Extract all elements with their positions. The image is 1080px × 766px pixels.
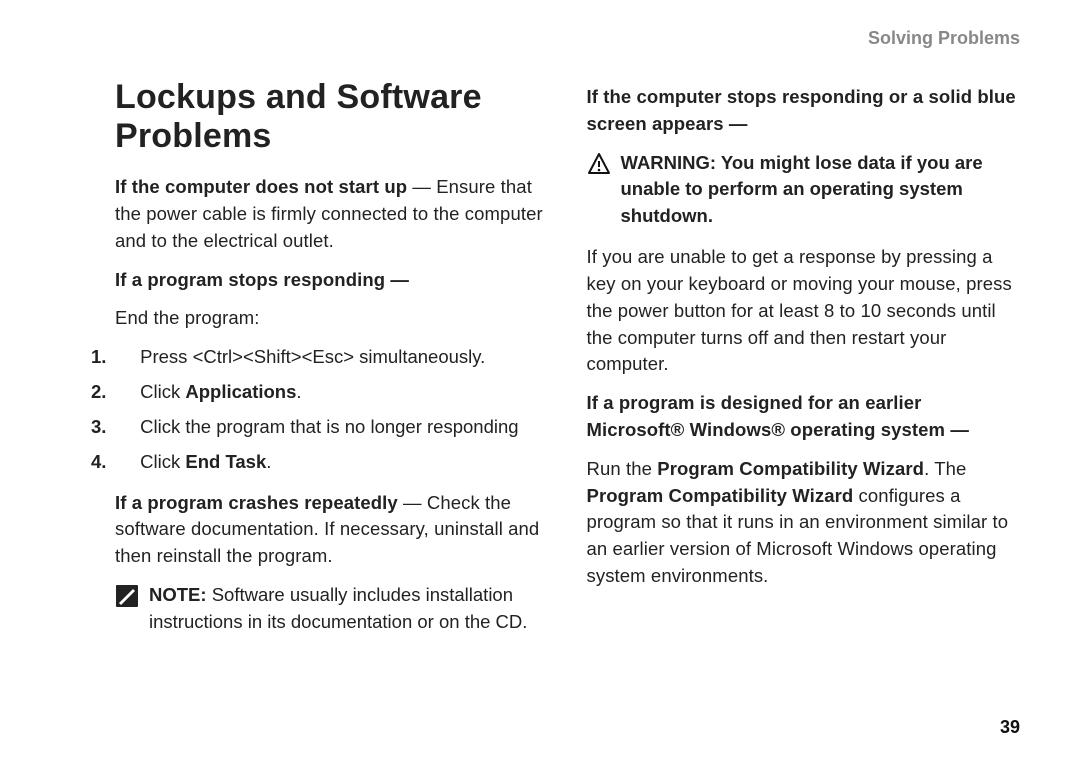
para-bluescreen: If the computer stops responding or a so…: [587, 84, 1021, 138]
note-label: NOTE:: [149, 584, 207, 605]
step-2: 2. Click Applications.: [115, 379, 549, 406]
note-text: NOTE: Software usually includes installa…: [149, 582, 549, 636]
steps-list: 1. Press <Ctrl><Shift><Esc> simultaneous…: [115, 344, 549, 475]
step-pre: Click: [140, 381, 185, 402]
para-program-stops-lead: If a program stops responding —: [115, 269, 409, 290]
step-num: 4.: [115, 449, 135, 476]
step-4: 4. Click End Task.: [115, 449, 549, 476]
warning-text: WARNING: You might lose data if you are …: [621, 150, 1021, 230]
para-compat-wizard: Run the Program Compatibility Wizard. Th…: [587, 456, 1021, 590]
para-program-stops: If a program stops responding —: [115, 267, 549, 294]
note-body: Software usually includes installation i…: [149, 584, 527, 632]
para-crashes: If a program crashes repeatedly — Check …: [115, 490, 549, 570]
step-1: 1. Press <Ctrl><Shift><Esc> simultaneous…: [115, 344, 549, 371]
step-bold: Applications: [185, 381, 296, 402]
right-column: If the computer stops responding or a so…: [587, 78, 1021, 650]
dash: —: [407, 176, 436, 197]
para-power-button: If you are unable to get a response by p…: [587, 244, 1021, 378]
para-earlier-windows-lead: If a program is designed for an earlier …: [587, 392, 969, 440]
step-post: .: [266, 451, 271, 472]
step-3: 3. Click the program that is no longer r…: [115, 414, 549, 441]
step-pre: Click: [140, 451, 185, 472]
para-startup-lead: If the computer does not start up: [115, 176, 407, 197]
p4-pre: Run the: [587, 458, 658, 479]
section-title: Lockups and Software Problems: [115, 78, 549, 156]
p4-b2: Program Compatibility Wizard: [587, 485, 854, 506]
step-num: 2.: [115, 379, 135, 406]
running-header: Solving Problems: [868, 28, 1020, 49]
note-callout: NOTE: Software usually includes installa…: [115, 582, 549, 636]
dash: —: [398, 492, 427, 513]
step-post: .: [296, 381, 301, 402]
para-end-program: End the program:: [115, 305, 549, 332]
note-icon: [115, 584, 139, 608]
p4-mid: . The: [924, 458, 966, 479]
para-crashes-lead: If a program crashes repeatedly: [115, 492, 398, 513]
left-column: Lockups and Software Problems If the com…: [115, 78, 549, 650]
para-earlier-windows: If a program is designed for an earlier …: [587, 390, 1021, 444]
p4-b1: Program Compatibility Wizard: [657, 458, 924, 479]
step-text: Press <Ctrl><Shift><Esc> simultaneously.: [140, 346, 485, 367]
step-bold: End Task: [185, 451, 266, 472]
page-number: 39: [1000, 717, 1020, 738]
para-startup: If the computer does not start up — Ensu…: [115, 174, 549, 254]
step-num: 3.: [115, 414, 135, 441]
warning-callout: WARNING: You might lose data if you are …: [587, 150, 1021, 230]
step-num: 1.: [115, 344, 135, 371]
warning-icon: [587, 152, 611, 176]
para-bluescreen-lead: If the computer stops responding or a so…: [587, 86, 1016, 134]
step-text: Click the program that is no longer resp…: [140, 416, 518, 437]
content-columns: Lockups and Software Problems If the com…: [115, 78, 1020, 650]
